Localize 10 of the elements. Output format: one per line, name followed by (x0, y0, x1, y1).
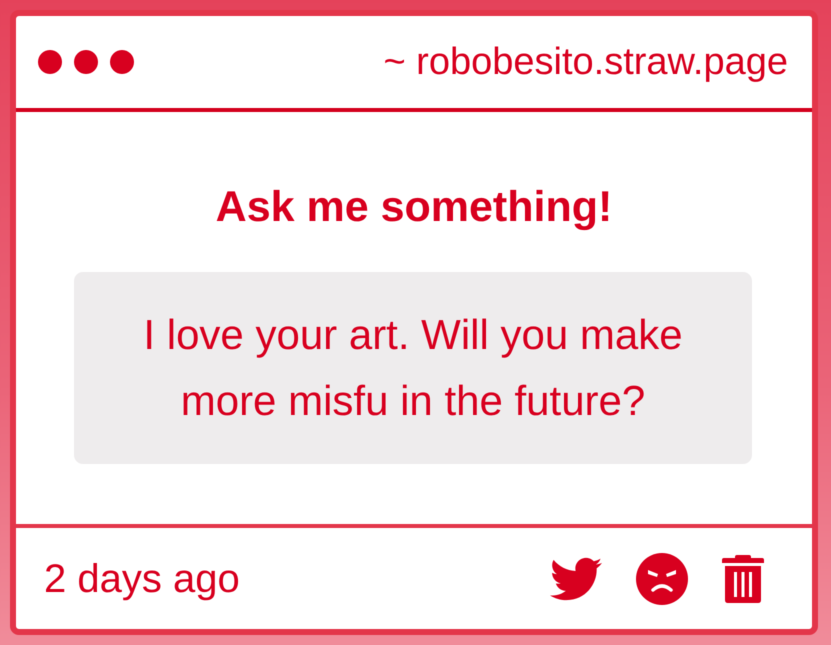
bird-icon[interactable] (550, 556, 602, 600)
angry-face-icon[interactable] (636, 552, 688, 604)
question-text: I love your art. Will you make more misfu in the future? (142, 310, 684, 426)
window-dot-icon (74, 50, 98, 74)
window-dot-icon (110, 50, 134, 74)
heading: Ask me something! (216, 182, 612, 233)
page-address: ~ robobesito.straw.page (383, 40, 788, 85)
window-dot-icon (38, 50, 62, 74)
trash-icon[interactable] (722, 554, 764, 602)
timestamp: 2 days ago (44, 556, 240, 602)
